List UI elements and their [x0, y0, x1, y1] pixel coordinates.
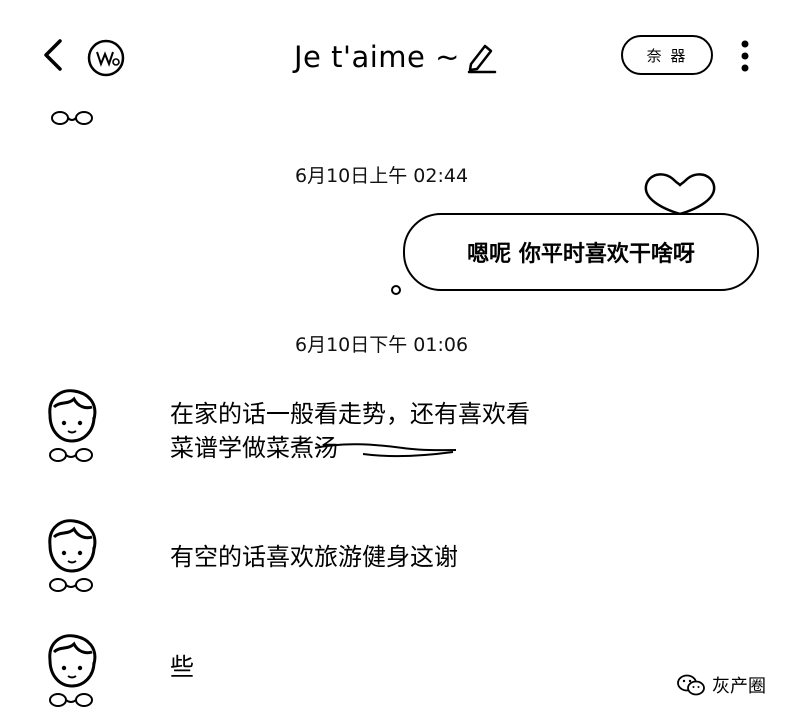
header-pill-button-label: 奈 器 — [646, 46, 688, 65]
scribble-mark — [313, 440, 458, 462]
timestamp: 6月10日上午 02:44 — [295, 165, 469, 187]
message-line: 在家的话一般看走势，还有喜欢看 — [170, 400, 530, 428]
cartoon-avatar-icon[interactable] — [40, 630, 104, 710]
watermark: 灰产圈 — [676, 672, 766, 698]
cartoon-avatar-icon[interactable] — [40, 385, 104, 465]
header-pill-button[interactable]: 奈 器 — [621, 35, 713, 75]
watermark-text: 灰产圈 — [712, 676, 766, 697]
cartoon-avatar-icon[interactable] — [40, 515, 104, 595]
heart-decoration-icon — [640, 168, 720, 218]
wechat-icon — [676, 673, 706, 697]
timestamp: 6月10日下午 01:06 — [295, 334, 469, 356]
profile-badge-icon[interactable] — [86, 38, 126, 78]
back-arrow-icon[interactable] — [40, 38, 70, 72]
sent-message-text: 嗯呢 你平时喜欢干啥呀 — [467, 242, 695, 267]
received-message-text[interactable]: 有空的话喜欢旅游健身这谢 — [170, 540, 458, 574]
chat-title: Je t'aime ~ — [294, 40, 460, 74]
edit-pencil-icon[interactable] — [465, 40, 497, 74]
message-line: 些 — [170, 653, 194, 681]
message-line: 有空的话喜欢旅游健身这谢 — [170, 543, 458, 571]
more-vertical-icon[interactable] — [736, 38, 754, 74]
received-message-text[interactable]: 些 — [170, 650, 194, 684]
avatar-partial — [48, 104, 96, 128]
read-status-dot — [391, 285, 401, 295]
sent-message-bubble[interactable]: 嗯呢 你平时喜欢干啥呀 — [403, 213, 759, 291]
